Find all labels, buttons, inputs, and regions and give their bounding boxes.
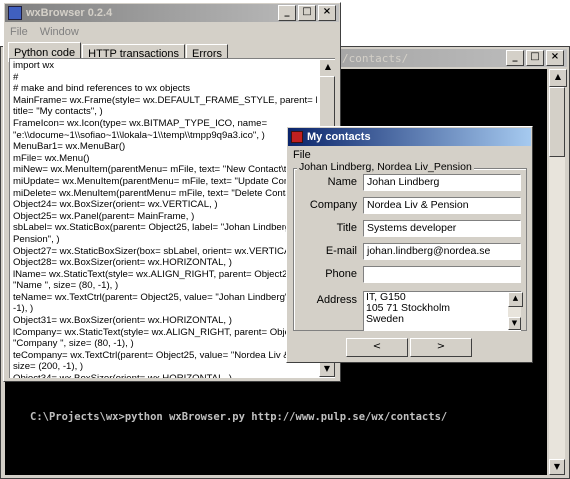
console-maximize-icon[interactable]: □ <box>526 50 544 66</box>
code-line: -1), ) <box>13 303 34 315</box>
code-line: title= "My contacts", ) <box>13 106 103 118</box>
address-scroll-up-icon[interactable]: ▲ <box>508 292 523 307</box>
console-command-line: C:\Projects\wx>python wxBrowser.py http:… <box>30 411 448 423</box>
code-line: Object24= wx.BoxSizer(orient= wx.VERTICA… <box>13 199 218 211</box>
code-line: import wx <box>13 60 55 71</box>
address-label: Address <box>316 294 357 306</box>
field-input[interactable]: Johan Lindberg <box>363 174 521 191</box>
code-line: teName= wx.TextCtrl(parent= Object25, va… <box>13 291 317 303</box>
close-icon[interactable]: × <box>318 5 336 21</box>
code-scroll-up-icon[interactable]: ▲ <box>319 59 335 77</box>
code-line: Object31= wx.BoxSizer(orient= wx.HORIZON… <box>13 315 232 327</box>
code-line: Object28= wx.BoxSizer(orient= wx.HORIZON… <box>13 257 232 269</box>
field-input[interactable]: johan.lindberg@nordea.se <box>363 243 521 260</box>
code-line: Object34= wx.BoxSizer(orient= wx.HORIZON… <box>13 373 317 378</box>
code-line: miNew= wx.MenuItem(parentMenu= mFile, te… <box>13 164 317 176</box>
code-line: MainFrame= wx.Frame(style= wx.DEFAULT_FR… <box>13 94 317 106</box>
browser-titlebar[interactable]: wxBrowser 0.2.4 _ □ × <box>5 4 339 22</box>
field-label: Company <box>309 199 357 211</box>
field-label: E-mail <box>325 245 357 257</box>
console-minimize-icon[interactable]: _ <box>506 50 524 66</box>
code-scroll-down-icon[interactable]: ▼ <box>319 361 335 377</box>
code-line: "Company ", size= (80, -1), ) <box>13 338 134 350</box>
code-line: miDelete= wx.MenuItem(parentMenu= mFile,… <box>13 187 311 199</box>
code-line: teCompany= wx.TextCtrl(parent= Object25,… <box>13 349 317 361</box>
code-text: import wx # # make and bind references to … <box>13 60 317 378</box>
contacts-title: My contacts <box>307 131 371 143</box>
contact-group-label: Johan Lindberg, Nordea Liv_Pension <box>297 161 474 173</box>
previous-contact-button[interactable]: < <box>346 338 408 357</box>
code-line: Object25= wx.Panel(parent= MainFrame, ) <box>13 210 195 222</box>
code-line: sbLabel= wx.StaticBox(parent= Object25, … <box>13 222 316 234</box>
code-line: miUpdate= wx.MenuItem(parentMenu= mFile,… <box>13 175 317 187</box>
field-input[interactable]: Nordea Liv & Pension <box>363 197 521 214</box>
address-scrollbar[interactable]: ▲ ▼ <box>508 292 523 330</box>
address-scroll-down-icon[interactable]: ▼ <box>508 317 521 330</box>
field-label: Phone <box>325 268 357 280</box>
code-line: FrameIcon= wx.Icon(type= wx.BITMAP_TYPE_… <box>13 117 268 129</box>
field-label: Name <box>327 176 357 188</box>
code-line: lName= wx.StaticText(style= wx.ALIGN_RIG… <box>13 268 317 280</box>
field-label: Title <box>336 222 357 234</box>
code-line: size= (200, -1), ) <box>13 361 84 373</box>
address-field[interactable]: IT, G150 105 71 Stockholm Sweden ▲ ▼ <box>363 291 523 331</box>
contacts-app-icon <box>291 131 303 143</box>
contacts-titlebar[interactable]: My contacts <box>288 128 531 146</box>
browser-title: wxBrowser 0.2.4 <box>26 7 113 19</box>
menu-file[interactable]: File <box>4 26 34 38</box>
code-line: mFile= wx.Menu() <box>13 152 90 164</box>
field-input[interactable]: Systems developer <box>363 220 521 237</box>
maximize-icon[interactable]: □ <box>298 5 316 21</box>
menu-window[interactable]: Window <box>34 26 85 38</box>
minimize-icon[interactable]: _ <box>278 5 296 21</box>
code-line: Object27= wx.StaticBoxSizer(box= sbLabel… <box>13 245 305 257</box>
scroll-down-icon[interactable]: ▼ <box>549 459 565 475</box>
address-line: Sweden <box>366 313 404 325</box>
scroll-thumb[interactable] <box>549 87 565 157</box>
console-title: /contacts/ <box>342 51 409 65</box>
code-line: Pension", ) <box>13 233 60 245</box>
console-close-icon[interactable]: × <box>546 50 564 66</box>
next-contact-button[interactable]: > <box>410 338 472 357</box>
code-line: "Name ", size= (80, -1), ) <box>13 280 119 292</box>
app-icon <box>8 6 22 20</box>
code-line: "e:\\docume~1\\sofiao~1\\lokala~1\\temp\… <box>13 129 265 141</box>
code-line: # <box>13 71 19 83</box>
contacts-menu-file[interactable]: File <box>287 149 317 161</box>
console-scrollbar[interactable]: ▲ ▼ <box>549 69 567 475</box>
code-line: # make and bind references to wx objects <box>13 83 191 95</box>
contacts-window: My contacts File Johan Lindberg, Nordea … <box>286 126 533 363</box>
browser-menubar: File Window <box>4 23 340 41</box>
code-line: MenuBar1= wx.MenuBar() <box>13 141 126 153</box>
field-input[interactable] <box>363 266 521 283</box>
scroll-up-icon[interactable]: ▲ <box>549 69 567 87</box>
code-line: lCompany= wx.StaticText(style= wx.ALIGN_… <box>13 326 311 338</box>
